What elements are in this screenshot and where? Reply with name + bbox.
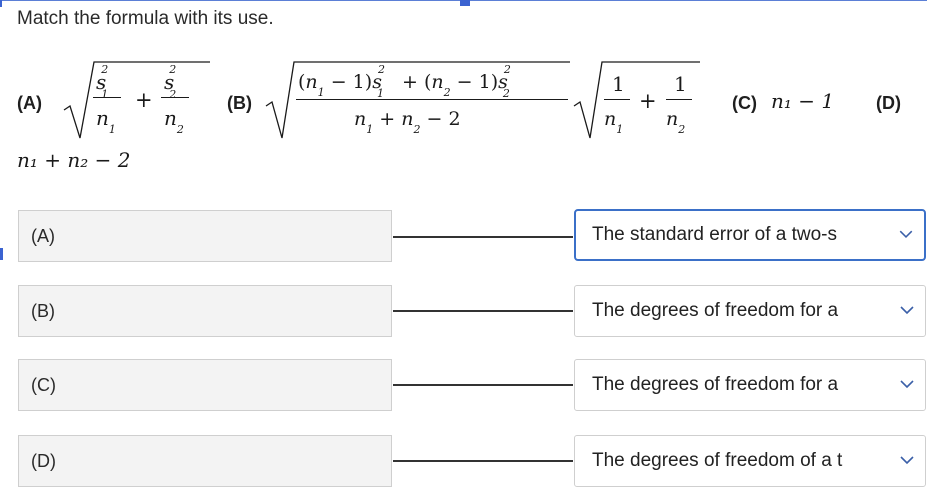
formula-b-fracbar2 — [604, 99, 630, 100]
formula-d-label: (D) — [876, 93, 901, 113]
connector-line — [393, 384, 573, 386]
formula-a-num1: s12 — [96, 63, 109, 101]
connector-line — [393, 310, 573, 312]
formula-b-fracbar — [296, 99, 568, 100]
formula-a-plus: + — [135, 88, 153, 112]
formula-b-label: (B) — [227, 93, 252, 113]
chevron-down-icon — [900, 306, 914, 315]
chevron-down-icon — [900, 456, 914, 465]
answer-select-c-value: The degrees of freedom for a — [592, 374, 839, 395]
question-text: Match the formula with its use. — [17, 8, 274, 29]
formula-b-numerator: (n1 − 1)s12 + (n2 − 1)s22 — [298, 62, 511, 100]
connector-line — [393, 236, 573, 238]
formula-c-label: (C) — [732, 93, 757, 113]
formula-a-fracbar1 — [93, 97, 121, 98]
term-box-d: (D) — [18, 435, 392, 487]
formula-a-den1: n1 — [96, 106, 116, 136]
top-left-marker — [0, 0, 2, 7]
answer-select-b-value: The degrees of freedom for a — [592, 300, 839, 321]
chevron-down-icon — [899, 230, 913, 239]
answer-select-a-value: The standard error of a two-s — [592, 224, 837, 245]
answer-select-d[interactable]: The degrees of freedom of a t — [574, 435, 926, 487]
formula-b-denominator: n1 + n2 − 2 — [354, 108, 461, 136]
term-box-c: (C) — [18, 359, 392, 411]
formula-a-fracbar2 — [161, 97, 189, 98]
formula-b-den-n2: n2 — [666, 108, 686, 136]
formula-a-den2: n2 — [164, 106, 184, 136]
formula-c-expr: n₁ − 1 — [771, 89, 835, 113]
answer-select-c[interactable]: The degrees of freedom for a — [574, 359, 926, 411]
chevron-down-icon — [900, 380, 914, 389]
formula-a-label: (A) — [17, 93, 42, 113]
active-row-marker — [0, 248, 3, 260]
term-box-a: (A) — [18, 210, 392, 262]
formula-b-num-one-2: 1 — [674, 72, 687, 96]
resize-handle[interactable] — [460, 0, 470, 6]
formula-b-den-n1: n1 — [604, 108, 624, 136]
formula-b-fracbar3 — [666, 99, 692, 100]
formula-a-num2: s22 — [164, 63, 177, 101]
term-box-b: (B) — [18, 285, 392, 337]
answer-select-b[interactable]: The degrees of freedom for a — [574, 285, 926, 337]
answer-select-d-value: The degrees of freedom of a t — [592, 450, 843, 471]
answer-select-a[interactable]: The standard error of a two-s — [574, 209, 926, 261]
formula-b-num-one-1: 1 — [612, 72, 625, 96]
formula-d-expr: n₁ + n₂ − 2 — [17, 148, 131, 172]
connector-line — [393, 460, 573, 462]
formula-b-plus: + — [639, 89, 657, 113]
